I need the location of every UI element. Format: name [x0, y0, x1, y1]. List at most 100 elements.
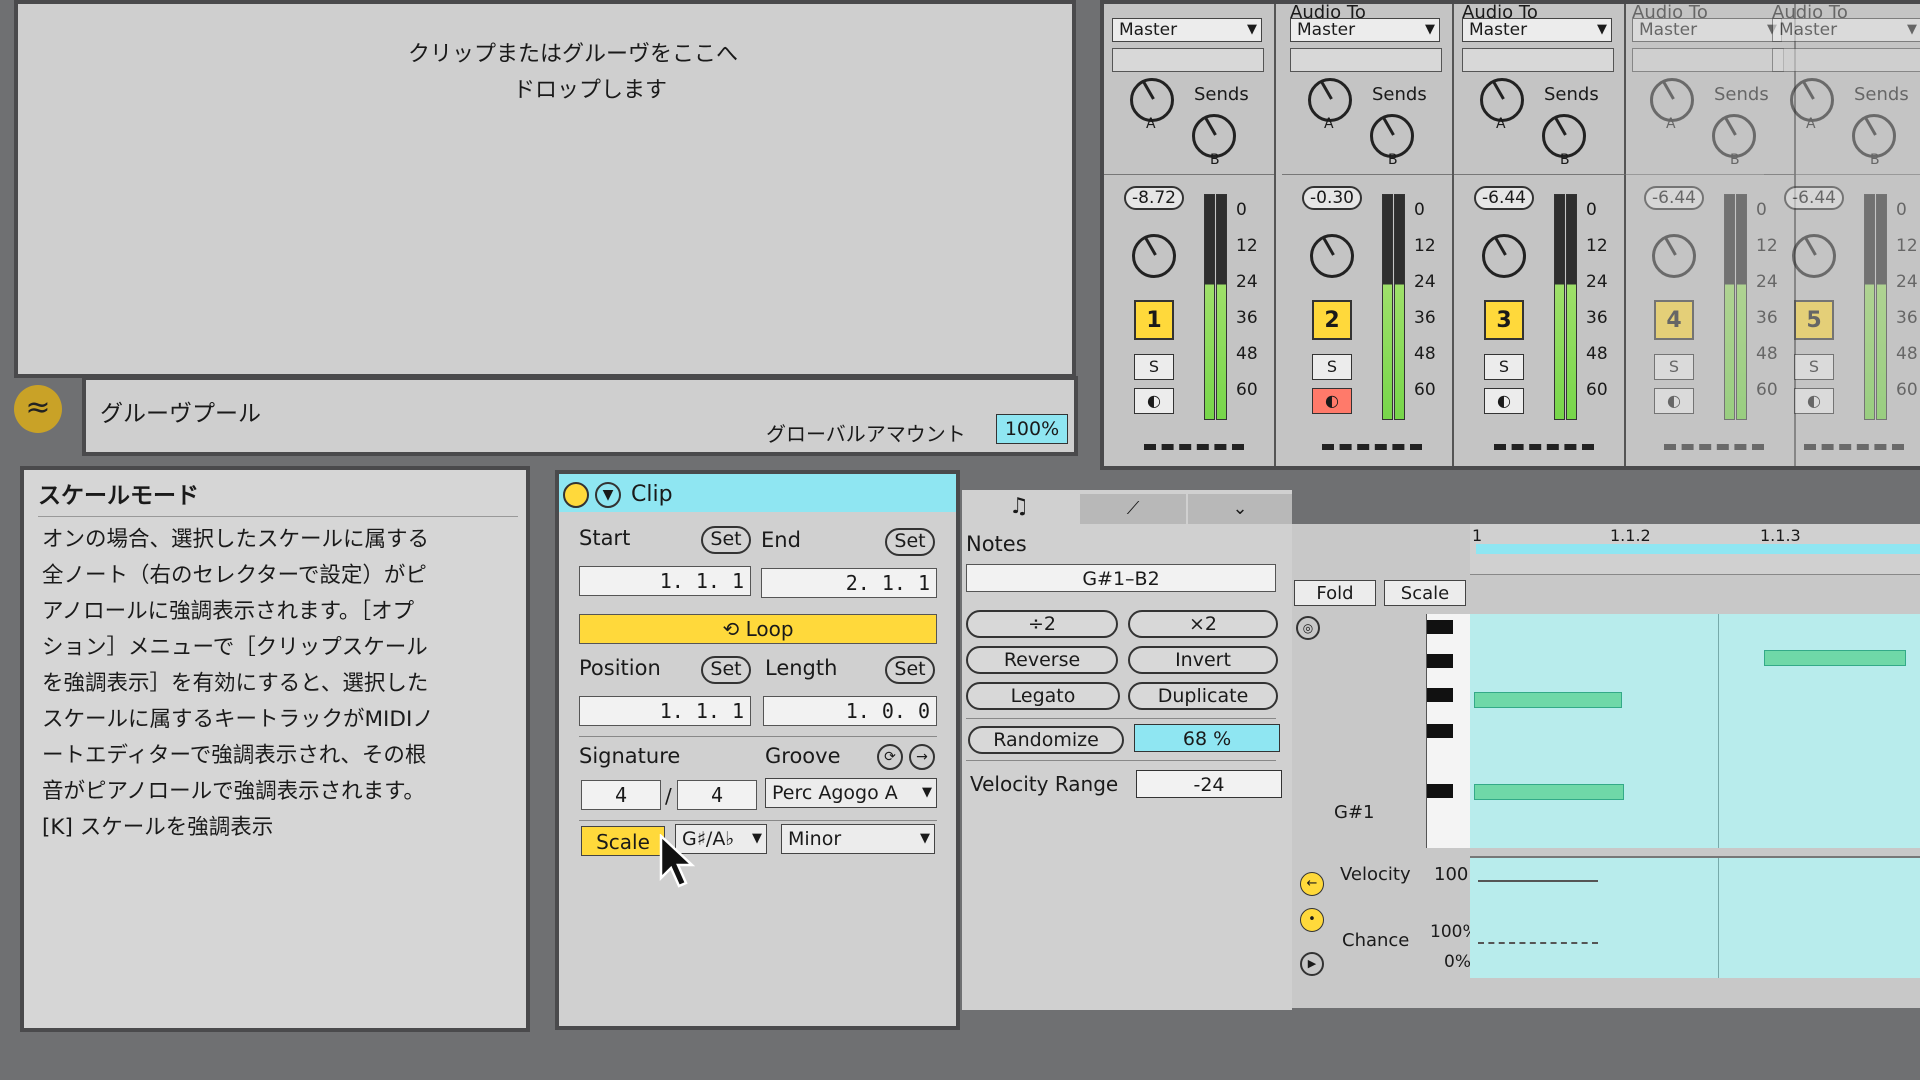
output-channel-field[interactable] — [1112, 48, 1264, 72]
loop-button[interactable]: ⟲ Loop — [579, 614, 937, 644]
signature-numerator-field[interactable]: 4 — [581, 780, 661, 810]
start-field[interactable]: 1. 1. 1 — [579, 566, 751, 596]
output-channel-field[interactable] — [1632, 48, 1784, 72]
track-activator-button[interactable]: 1 — [1134, 300, 1174, 340]
loop-icon: ⟲ — [722, 617, 746, 641]
track-activator-button[interactable]: 4 — [1654, 300, 1694, 340]
tab-notes[interactable]: ♫ — [962, 490, 1076, 524]
pan-knob[interactable] — [1652, 234, 1696, 278]
track-activator-button[interactable]: 5 — [1794, 300, 1834, 340]
tab-mpe[interactable]: ⌄ — [1188, 494, 1292, 524]
start-set-button[interactable]: Set — [701, 526, 751, 554]
chance-label: Chance — [1342, 930, 1410, 951]
level-meter-right — [1216, 194, 1227, 420]
meter-tick-label: 24 — [1414, 272, 1436, 292]
loop-label: Loop — [745, 617, 794, 641]
volume-field[interactable]: -6.44 — [1474, 186, 1534, 210]
scale-highlight-button[interactable]: Scale — [1384, 580, 1466, 606]
duplicate-button[interactable]: Duplicate — [1128, 682, 1278, 710]
pan-knob[interactable] — [1792, 234, 1836, 278]
mixer-track-bottom-strip — [1322, 444, 1422, 458]
length-field[interactable]: 1. 0. 0 — [763, 696, 937, 726]
meter-scale: 0 12 24 36 48 60 — [1582, 200, 1622, 420]
groove-pool-icon[interactable]: ≈ — [14, 385, 62, 433]
preview-icon[interactable]: ◎ — [1296, 616, 1320, 640]
groove-hot-swap-icon[interactable]: ⟳ — [877, 744, 903, 770]
meter-tick-label: 24 — [1896, 272, 1918, 292]
track-activator-button[interactable]: 2 — [1312, 300, 1352, 340]
note-grid[interactable] — [1470, 614, 1920, 848]
legato-button[interactable]: Legato — [966, 682, 1120, 710]
randomize-button[interactable]: Randomize — [968, 726, 1124, 754]
divide-by-two-button[interactable]: ÷2 — [966, 610, 1118, 638]
drop-area-panel[interactable]: クリップまたはグルーヴをここへ ドロップします — [14, 0, 1076, 378]
record-arm-button[interactable]: ◐ — [1484, 388, 1524, 414]
tab-envelopes[interactable]: ⟋ — [1080, 494, 1186, 524]
end-set-button[interactable]: Set — [885, 528, 935, 556]
output-selector[interactable]: Master — [1632, 18, 1782, 42]
fold-button[interactable]: Fold — [1294, 580, 1376, 606]
record-arm-button[interactable]: ◐ — [1794, 388, 1834, 414]
position-set-button[interactable]: Set — [701, 656, 751, 684]
output-channel-field[interactable] — [1290, 48, 1442, 72]
output-selector[interactable]: Master — [1772, 18, 1920, 42]
position-field[interactable]: 1. 1. 1 — [579, 696, 751, 726]
sends-label: Sends — [1544, 84, 1599, 105]
output-selector[interactable]: Master — [1290, 18, 1440, 42]
solo-button[interactable]: S — [1484, 354, 1524, 380]
velocity-stem — [1478, 880, 1598, 882]
pan-knob[interactable] — [1132, 234, 1176, 278]
randomize-amount-field[interactable]: 68 % — [1134, 724, 1280, 752]
scale-mode-button[interactable]: Scale — [581, 826, 665, 856]
record-arm-button[interactable]: ◐ — [1134, 388, 1174, 414]
output-channel-field[interactable] — [1772, 48, 1920, 72]
signature-denominator-field[interactable]: 4 — [677, 780, 757, 810]
mixer-track-bottom-strip — [1804, 444, 1904, 458]
record-arm-button[interactable]: ◐ — [1312, 388, 1352, 414]
record-arm-button[interactable]: ◐ — [1654, 388, 1694, 414]
velocity-range-field[interactable]: -24 — [1136, 770, 1282, 798]
global-amount-field[interactable]: 100% — [996, 414, 1068, 444]
end-field[interactable]: 2. 1. 1 — [761, 568, 937, 598]
chance-lane-toggle-icon[interactable]: • — [1300, 908, 1324, 932]
send-a-label: A — [1324, 116, 1334, 132]
piano-keyboard[interactable] — [1426, 614, 1471, 848]
midi-note[interactable] — [1474, 692, 1622, 708]
volume-field[interactable]: -6.44 — [1644, 186, 1704, 210]
scale-mode-selector[interactable]: Minor — [781, 824, 935, 854]
volume-field[interactable]: -6.44 — [1784, 186, 1844, 210]
output-selector[interactable]: Master — [1462, 18, 1612, 42]
midi-note[interactable] — [1764, 650, 1906, 666]
volume-field[interactable]: -0.30 — [1302, 186, 1362, 210]
invert-button[interactable]: Invert — [1128, 646, 1278, 674]
reverse-button[interactable]: Reverse — [966, 646, 1118, 674]
solo-button[interactable]: S — [1794, 354, 1834, 380]
clip-activator-button[interactable] — [563, 482, 589, 508]
output-selector[interactable]: Master — [1112, 18, 1262, 42]
meter-tick-label: 48 — [1414, 344, 1436, 364]
track-activator-button[interactable]: 3 — [1484, 300, 1524, 340]
groove-commit-icon[interactable]: → — [909, 744, 935, 770]
pan-knob[interactable] — [1310, 234, 1354, 278]
midi-note[interactable] — [1474, 784, 1624, 800]
pan-knob[interactable] — [1482, 234, 1526, 278]
timeline-ruler[interactable]: 1 1.1.2 1.1.3 — [1470, 524, 1920, 575]
solo-button[interactable]: S — [1312, 354, 1352, 380]
volume-field[interactable]: -8.72 — [1124, 186, 1184, 210]
clip-fold-button[interactable]: ▼ — [595, 482, 621, 508]
play-icon[interactable]: ▶ — [1300, 952, 1324, 976]
black-key — [1427, 724, 1453, 738]
velocity-lane[interactable] — [1470, 856, 1920, 978]
meter-tick-label: 48 — [1236, 344, 1258, 364]
loop-brace[interactable] — [1476, 544, 1920, 554]
velocity-lane-toggle-icon[interactable]: ← — [1300, 872, 1324, 896]
solo-button[interactable]: S — [1654, 354, 1694, 380]
groove-selector[interactable]: Perc Agogo A — [765, 778, 937, 808]
solo-button[interactable]: S — [1134, 354, 1174, 380]
output-channel-field[interactable] — [1462, 48, 1614, 72]
note-range-field[interactable]: G#1–B2 — [966, 564, 1276, 592]
divider — [579, 820, 937, 821]
length-set-button[interactable]: Set — [885, 656, 935, 684]
level-meter-right — [1566, 194, 1577, 420]
multiply-by-two-button[interactable]: ×2 — [1128, 610, 1278, 638]
